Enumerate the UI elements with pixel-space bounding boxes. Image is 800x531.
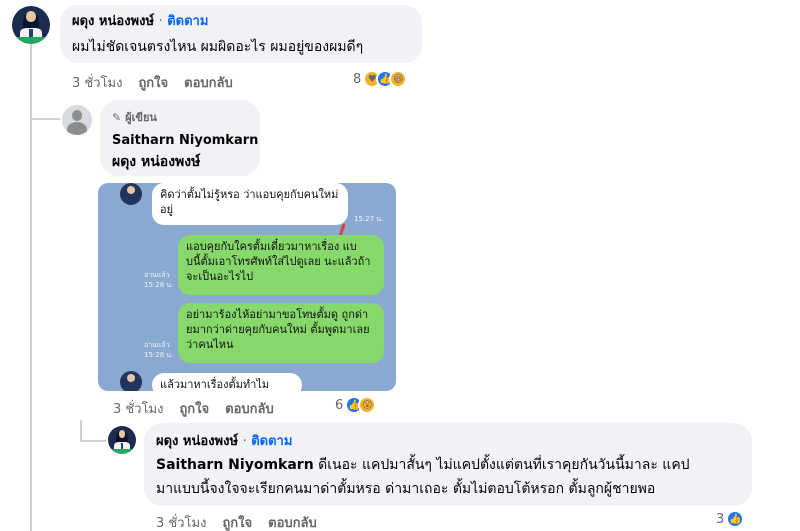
chat-time: 15:28 น.: [144, 281, 174, 289]
like-button[interactable]: ถูกใจ: [222, 512, 252, 531]
comment-bubble: ผดุง หน่องพงษ์ · ติดตาม ผมไม่ชัดเจนตรงไห…: [60, 5, 422, 63]
chat-read-status: อ่านแล้ว: [144, 271, 170, 279]
pencil-icon: ✎: [112, 110, 122, 124]
thread-line-branch: [30, 118, 60, 120]
chat-message: แล้วมาหาเรื่องตั้มทำไม: [152, 373, 302, 391]
reaction-count: 3: [716, 511, 725, 527]
like-button[interactable]: ถูกใจ: [138, 72, 168, 93]
comment-text: Saitharn Niyomkarn ดีเนอะ แคปมาสั้นๆ ไม่…: [156, 455, 740, 475]
comment-actions: 3 ชั่วโมง ถูกใจ ตอบกลับ: [72, 72, 233, 93]
thread-line-branch: [80, 440, 106, 442]
chat-message: แอบคุยกับใครตั้มเดี๋ยวมาหาเรื่อง แบบนี้ต…: [178, 235, 384, 295]
comment-header: ผดุง หน่องพงษ์ · ติดตาม: [156, 433, 740, 451]
avatar[interactable]: [12, 6, 50, 44]
haha-reaction-icon: 😆: [389, 70, 408, 88]
avatar[interactable]: [108, 426, 136, 454]
reaction-summary[interactable]: 8 ♥ 👍 😆: [353, 70, 408, 88]
reaction-count: 8: [353, 71, 362, 87]
like-button[interactable]: ถูกใจ: [179, 398, 209, 419]
reply-button[interactable]: ตอบกลับ: [225, 398, 274, 419]
comment-text[interactable]: ผดุง หน่องพงษ์: [112, 152, 248, 172]
separator: ·: [242, 434, 247, 449]
comment-text-line2: มาแบบนี้จงใจจะเรียกคนมาด่าตั้มหรอ ด่ามาเ…: [156, 481, 656, 497]
comment-actions: 3 ชั่วโมง ถูกใจ ตอบกลับ: [113, 398, 274, 419]
chat-avatar: [120, 183, 142, 205]
chat-read-status: อ่านแล้ว: [144, 341, 170, 349]
thread-line-nested: [80, 420, 82, 440]
author-name[interactable]: Saitharn Niyomkarn: [112, 132, 258, 150]
reply-button[interactable]: ตอบกลับ: [184, 72, 233, 93]
chat-message: คิดว่าตั้มไม่รู้หรอ ว่าแอบคุยกับคนใหม่อย…: [152, 183, 348, 225]
attached-image[interactable]: คิดว่าตั้มไม่รู้หรอ ว่าแอบคุยกับคนใหม่อย…: [98, 183, 396, 391]
timestamp[interactable]: 3 ชั่วโมง: [113, 398, 163, 419]
reply-button[interactable]: ตอบกลับ: [268, 512, 317, 531]
chat-avatar: [120, 371, 142, 391]
comment-text-line1: ดีเนอะ แคปมาสั้นๆ ไม่แคปตั้งแต่ตนที่เราค…: [313, 457, 690, 473]
comment-bubble: ✎ ผู้เขียน Saitharn Niyomkarn ผดุง หน่อง…: [100, 100, 260, 176]
chat-time: 15:27 น.: [354, 215, 384, 223]
follow-button[interactable]: ติดตาม: [167, 14, 208, 29]
comment-bubble: ผดุง หน่องพงษ์ · ติดตาม Saitharn Niyomka…: [144, 423, 752, 506]
wow-reaction-icon: 😮: [358, 396, 377, 414]
separator: ·: [158, 14, 163, 29]
follow-button[interactable]: ติดตาม: [251, 434, 292, 449]
author-name[interactable]: ผดุง หน่องพงษ์: [72, 14, 154, 29]
timestamp[interactable]: 3 ชั่วโมง: [72, 72, 122, 93]
author-name[interactable]: ผดุง หน่องพงษ์: [156, 434, 238, 449]
avatar[interactable]: [62, 105, 92, 135]
chat-message: อย่ามาร้องไห้อย่ามาขอโทษตั้มดู ถูกด่ายมา…: [178, 303, 384, 363]
comment-actions: 3 ชั่วโมง ถูกใจ ตอบกลับ: [156, 512, 317, 531]
reaction-summary[interactable]: 6 👍 😮: [335, 396, 377, 414]
timestamp[interactable]: 3 ชั่วโมง: [156, 512, 206, 531]
mention-link[interactable]: Saitharn Niyomkarn: [156, 457, 314, 473]
comment-header: ผดุง หน่องพงษ์ · ติดตาม: [72, 13, 410, 31]
like-reaction-icon: 👍: [726, 510, 745, 528]
reaction-count: 6: [335, 397, 344, 413]
author-badge: ✎ ผู้เขียน: [112, 108, 248, 126]
reaction-summary[interactable]: 3 👍: [716, 510, 745, 528]
author-badge-label: ผู้เขียน: [125, 111, 157, 124]
chat-time: 15:28 น.: [144, 351, 174, 359]
comment-text: ผมไม่ชัดเจนตรงไหน ผมผิดอะไร ผมอยู่ของผมด…: [72, 39, 364, 55]
